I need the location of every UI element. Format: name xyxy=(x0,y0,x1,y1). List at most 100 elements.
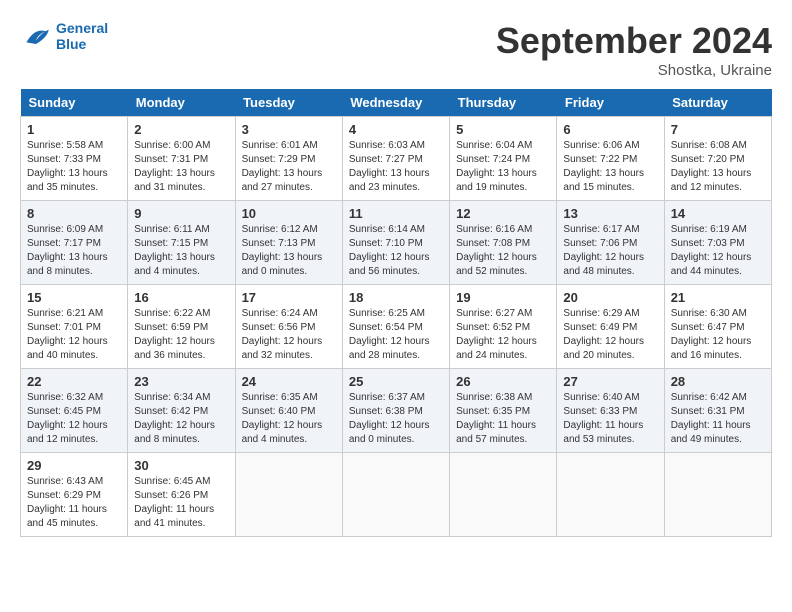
day-info: Sunrise: 6:16 AMSunset: 7:08 PMDaylight:… xyxy=(456,223,550,279)
page-header: General Blue September 2024 Shostka, Ukr… xyxy=(20,20,772,79)
calendar-day-cell: 19 Sunrise: 6:27 AMSunset: 6:52 PMDayligh… xyxy=(450,285,557,369)
calendar-day-cell xyxy=(450,453,557,537)
day-info: Sunrise: 6:08 AMSunset: 7:20 PMDaylight:… xyxy=(671,139,765,195)
day-number: 20 xyxy=(563,290,657,305)
day-number: 24 xyxy=(242,374,336,389)
day-info: Sunrise: 6:00 AMSunset: 7:31 PMDaylight:… xyxy=(134,139,228,195)
day-info: Sunrise: 6:19 AMSunset: 7:03 PMDaylight:… xyxy=(671,223,765,279)
calendar-day-cell: 28Sunrise: 6:42 AMSunset: 6:31 PMDayligh… xyxy=(664,369,771,453)
day-info: Sunrise: 6:22 AMSunset: 6:59 PMDaylight:… xyxy=(134,307,228,363)
calendar-week-row: 22Sunrise: 6:32 AMSunset: 6:45 PMDayligh… xyxy=(21,369,772,453)
day-number: 7 xyxy=(671,122,765,137)
calendar-day-cell: 16 Sunrise: 6:22 AMSunset: 6:59 PMDayligh… xyxy=(128,285,235,369)
calendar-day-cell: 30 Sunrise: 6:45 AMSunset: 6:26 PMDayligh… xyxy=(128,453,235,537)
day-number: 17 xyxy=(242,290,336,305)
day-number: 11 xyxy=(349,206,443,221)
calendar-day-cell: 29Sunrise: 6:43 AMSunset: 6:29 PMDayligh… xyxy=(21,453,128,537)
calendar-week-row: 1 Sunrise: 5:58 AMSunset: 7:33 PMDaylight… xyxy=(21,117,772,201)
day-number: 18 xyxy=(349,290,443,305)
day-info: Sunrise: 6:40 AMSunset: 6:33 PMDaylight:… xyxy=(563,391,657,447)
calendar-week-row: 15 Sunrise: 6:21 AMSunset: 7:01 PMDayligh… xyxy=(21,285,772,369)
calendar-table: SundayMondayTuesdayWednesdayThursdayFrid… xyxy=(20,89,772,537)
day-info: Sunrise: 6:32 AMSunset: 6:45 PMDaylight:… xyxy=(27,391,121,447)
day-number: 29 xyxy=(27,458,121,473)
day-number: 15 xyxy=(27,290,121,305)
day-info: Sunrise: 6:34 AMSunset: 6:42 PMDaylight:… xyxy=(134,391,228,447)
day-info: Sunrise: 6:42 AMSunset: 6:31 PMDaylight:… xyxy=(671,391,765,447)
day-info: Sunrise: 6:30 AMSunset: 6:47 PMDaylight:… xyxy=(671,307,765,363)
calendar-day-cell: 3 Sunrise: 6:01 AMSunset: 7:29 PMDaylight… xyxy=(235,117,342,201)
calendar-day-cell: 8 Sunrise: 6:09 AMSunset: 7:17 PMDaylight… xyxy=(21,201,128,285)
calendar-day-cell: 9 Sunrise: 6:11 AMSunset: 7:15 PMDaylight… xyxy=(128,201,235,285)
day-info: Sunrise: 6:25 AMSunset: 6:54 PMDaylight:… xyxy=(349,307,443,363)
calendar-day-cell: 20 Sunrise: 6:29 AMSunset: 6:49 PMDayligh… xyxy=(557,285,664,369)
day-number: 21 xyxy=(671,290,765,305)
calendar-day-cell: 14Sunrise: 6:19 AMSunset: 7:03 PMDayligh… xyxy=(664,201,771,285)
day-info: Sunrise: 6:27 AMSunset: 6:52 PMDaylight:… xyxy=(456,307,550,363)
logo: General Blue xyxy=(20,20,108,52)
calendar-day-cell: 2 Sunrise: 6:00 AMSunset: 7:31 PMDaylight… xyxy=(128,117,235,201)
day-info: Sunrise: 6:21 AMSunset: 7:01 PMDaylight:… xyxy=(27,307,121,363)
day-number: 9 xyxy=(134,206,228,221)
day-info: Sunrise: 6:11 AMSunset: 7:15 PMDaylight:… xyxy=(134,223,228,279)
calendar-day-cell: 1 Sunrise: 5:58 AMSunset: 7:33 PMDaylight… xyxy=(21,117,128,201)
calendar-day-cell: 26 Sunrise: 6:38 AMSunset: 6:35 PMDayligh… xyxy=(450,369,557,453)
day-info: Sunrise: 6:03 AMSunset: 7:27 PMDaylight:… xyxy=(349,139,443,195)
calendar-day-cell: 24Sunrise: 6:35 AMSunset: 6:40 PMDayligh… xyxy=(235,369,342,453)
day-number: 8 xyxy=(27,206,121,221)
day-info: Sunrise: 6:14 AMSunset: 7:10 PMDaylight:… xyxy=(349,223,443,279)
calendar-day-cell xyxy=(557,453,664,537)
weekday-header-sunday: Sunday xyxy=(21,89,128,117)
day-info: Sunrise: 5:58 AMSunset: 7:33 PMDaylight:… xyxy=(27,139,121,195)
weekday-header-saturday: Saturday xyxy=(664,89,771,117)
calendar-day-cell: 17 Sunrise: 6:24 AMSunset: 6:56 PMDayligh… xyxy=(235,285,342,369)
weekday-header-wednesday: Wednesday xyxy=(342,89,449,117)
day-number: 6 xyxy=(563,122,657,137)
day-number: 27 xyxy=(563,374,657,389)
month-title: September 2024 xyxy=(496,20,772,62)
calendar-day-cell: 11 Sunrise: 6:14 AMSunset: 7:10 PMDayligh… xyxy=(342,201,449,285)
title-block: September 2024 Shostka, Ukraine xyxy=(496,20,772,79)
day-number: 23 xyxy=(134,374,228,389)
day-number: 25 xyxy=(349,374,443,389)
weekday-header-thursday: Thursday xyxy=(450,89,557,117)
day-number: 30 xyxy=(134,458,228,473)
calendar-day-cell: 18 Sunrise: 6:25 AMSunset: 6:54 PMDayligh… xyxy=(342,285,449,369)
day-info: Sunrise: 6:29 AMSunset: 6:49 PMDaylight:… xyxy=(563,307,657,363)
day-info: Sunrise: 6:01 AMSunset: 7:29 PMDaylight:… xyxy=(242,139,336,195)
location-subtitle: Shostka, Ukraine xyxy=(496,62,772,79)
day-info: Sunrise: 6:38 AMSunset: 6:35 PMDaylight:… xyxy=(456,391,550,447)
calendar-day-cell: 6Sunrise: 6:06 AMSunset: 7:22 PMDaylight… xyxy=(557,117,664,201)
day-number: 12 xyxy=(456,206,550,221)
day-number: 26 xyxy=(456,374,550,389)
day-number: 10 xyxy=(242,206,336,221)
day-info: Sunrise: 6:04 AMSunset: 7:24 PMDaylight:… xyxy=(456,139,550,195)
day-number: 19 xyxy=(456,290,550,305)
day-info: Sunrise: 6:17 AMSunset: 7:06 PMDaylight:… xyxy=(563,223,657,279)
calendar-day-cell: 27 Sunrise: 6:40 AMSunset: 6:33 PMDayligh… xyxy=(557,369,664,453)
day-info: Sunrise: 6:24 AMSunset: 6:56 PMDaylight:… xyxy=(242,307,336,363)
calendar-day-cell: 25 Sunrise: 6:37 AMSunset: 6:38 PMDayligh… xyxy=(342,369,449,453)
calendar-day-cell: 4 Sunrise: 6:03 AMSunset: 7:27 PMDaylight… xyxy=(342,117,449,201)
calendar-day-cell: 12 Sunrise: 6:16 AMSunset: 7:08 PMDayligh… xyxy=(450,201,557,285)
calendar-day-cell xyxy=(235,453,342,537)
calendar-day-cell: 7 Sunrise: 6:08 AMSunset: 7:20 PMDaylight… xyxy=(664,117,771,201)
weekday-header-row: SundayMondayTuesdayWednesdayThursdayFrid… xyxy=(21,89,772,117)
calendar-day-cell: 22Sunrise: 6:32 AMSunset: 6:45 PMDayligh… xyxy=(21,369,128,453)
day-number: 1 xyxy=(27,122,121,137)
day-number: 4 xyxy=(349,122,443,137)
calendar-day-cell: 10 Sunrise: 6:12 AMSunset: 7:13 PMDayligh… xyxy=(235,201,342,285)
calendar-week-row: 8 Sunrise: 6:09 AMSunset: 7:17 PMDaylight… xyxy=(21,201,772,285)
day-info: Sunrise: 6:09 AMSunset: 7:17 PMDaylight:… xyxy=(27,223,121,279)
logo-text: General Blue xyxy=(56,20,108,52)
calendar-week-row: 29Sunrise: 6:43 AMSunset: 6:29 PMDayligh… xyxy=(21,453,772,537)
day-number: 13 xyxy=(563,206,657,221)
day-info: Sunrise: 6:45 AMSunset: 6:26 PMDaylight:… xyxy=(134,475,228,531)
day-number: 2 xyxy=(134,122,228,137)
day-number: 3 xyxy=(242,122,336,137)
calendar-day-cell xyxy=(664,453,771,537)
day-info: Sunrise: 6:12 AMSunset: 7:13 PMDaylight:… xyxy=(242,223,336,279)
calendar-day-cell: 23 Sunrise: 6:34 AMSunset: 6:42 PMDayligh… xyxy=(128,369,235,453)
day-number: 16 xyxy=(134,290,228,305)
day-info: Sunrise: 6:37 AMSunset: 6:38 PMDaylight:… xyxy=(349,391,443,447)
